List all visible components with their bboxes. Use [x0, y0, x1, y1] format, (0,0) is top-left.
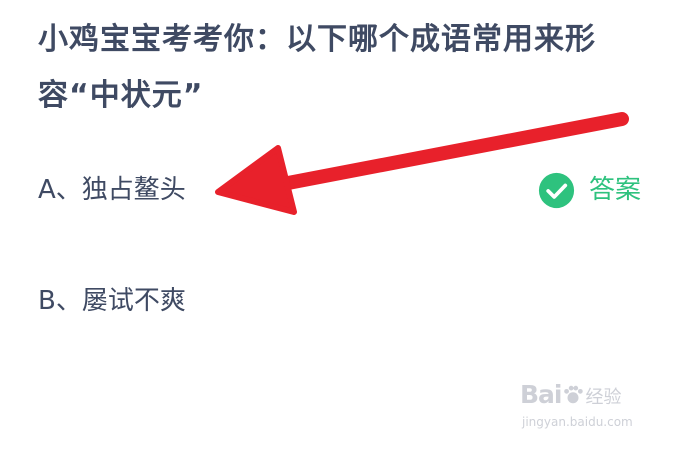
paw-icon [563, 385, 583, 404]
answer-button[interactable]: 答案 [538, 170, 641, 210]
watermark-suffix: 经验 [585, 387, 622, 408]
question-text: 小鸡宝宝考考你：以下哪个成语常用来形容“中状元” [38, 22, 596, 113]
option-b[interactable]: B、屡试不爽 [38, 281, 186, 321]
watermark-url: jingyan.baidu.com [522, 415, 633, 429]
quiz-screen: 小鸡宝宝考考你：以下哪个成语常用来形容“中状元” A、独占鳌头 答案 B、屡试不… [0, 0, 680, 450]
option-a[interactable]: A、独占鳌头 [38, 170, 186, 210]
watermark-logo: Bai 百经验 [520, 380, 622, 409]
answer-label: 答案 [589, 175, 642, 205]
check-circle-icon [538, 172, 575, 208]
baidu-jingyan-watermark: Bai 百经验 jingyan.baidu.com [520, 374, 670, 434]
watermark-logo-text: Bai [520, 380, 562, 409]
